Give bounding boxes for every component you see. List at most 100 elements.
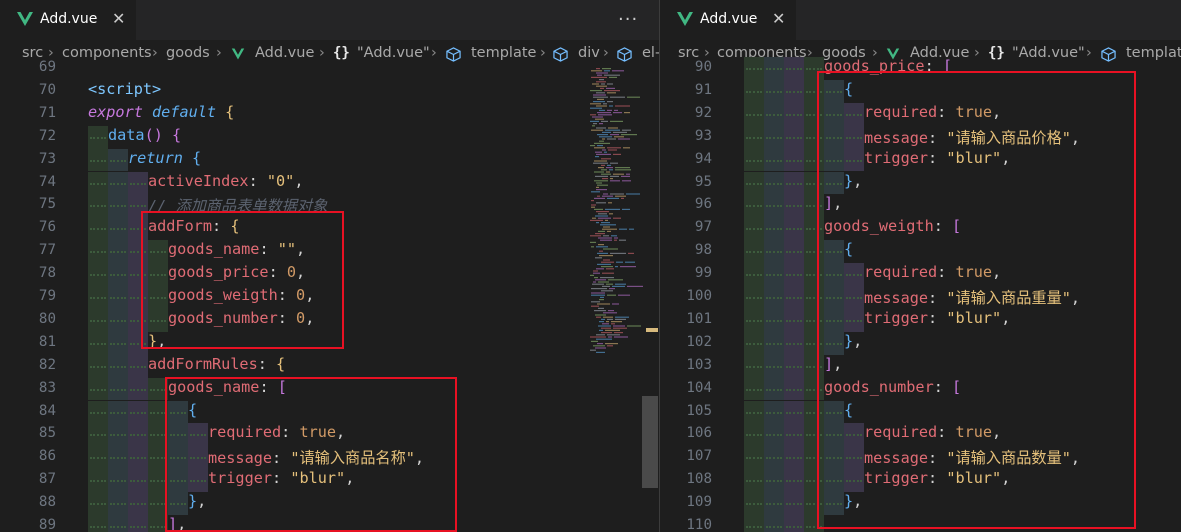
breadcrumb-item[interactable]: template [1126,45,1181,61]
breadcrumb-item[interactable]: Add.vue [255,45,314,61]
breadcrumb-item[interactable]: el- [642,45,659,61]
whitespace-dots [786,182,802,187]
minimap-line [607,101,613,103]
highlight-box-goods-name-rule [165,377,457,532]
minimap-line [604,90,620,92]
line-number: 94 [694,150,712,167]
minimap-line [604,70,610,72]
minimap-line [608,202,612,204]
minimap-marker [646,328,658,332]
breadcrumb-item[interactable]: components [62,45,152,61]
minimap-line [602,228,617,230]
breadcrumb-item[interactable]: goods [166,45,210,61]
minimap-line [596,211,609,213]
minimap-line [608,149,617,151]
more-actions-icon[interactable]: ··· [618,9,638,30]
tab-add-vue[interactable]: Add.vue ✕ [660,0,796,41]
minimap-line [613,131,627,133]
minimap-line [590,107,602,109]
minimap-line [614,109,618,111]
line-number: 102 [686,333,712,350]
code-token: "0" [266,171,295,190]
minimap-line [599,321,604,323]
whitespace-dots [746,457,762,461]
minimap-line [590,241,596,243]
line-number: 82 [38,356,56,373]
code-token: default [152,102,226,121]
whitespace-dots [786,365,802,370]
minimap-line [605,129,620,131]
whitespace-dots [746,480,762,484]
minimap-line [622,129,631,131]
minimap-line [602,131,611,133]
minimap-line [609,169,613,171]
line-number: 108 [686,471,712,488]
minimap-line [601,318,605,320]
minimap-line [614,136,624,138]
whitespace-dots [786,90,802,95]
minimap-line [599,109,605,111]
minimap-line [600,87,604,89]
minimap-line [594,277,598,279]
whitespace-dots [766,480,782,484]
close-icon[interactable]: ✕ [112,9,125,28]
minimap-line [608,279,623,281]
whitespace-dots [90,319,106,324]
line-number: 81 [38,333,56,350]
minimap-line [607,109,612,111]
breadcrumb-item[interactable]: div [578,45,600,61]
minimap-line [618,294,630,296]
minimap-line [603,226,610,228]
scrollbar-thumb[interactable] [642,396,658,488]
code-line: addFormRules: { [148,355,285,373]
whitespace-dots [150,411,166,416]
code-token: { [225,102,235,121]
minimap-line [594,160,607,162]
tab-add-vue[interactable]: Add.vue ✕ [0,0,136,41]
line-number: 109 [686,494,712,511]
minimap[interactable] [588,68,644,368]
code-line: <script> [88,80,161,98]
minimap-line [591,200,594,202]
close-icon[interactable]: ✕ [772,9,785,28]
breadcrumb-item[interactable]: template [471,45,536,61]
minimap-line [613,327,627,329]
tab-bar: Add.vue ✕ [660,0,1181,41]
line-number: 83 [38,379,56,396]
vue-file-icon [677,12,693,26]
minimap-line [612,70,624,72]
line-number: 74 [38,173,56,190]
minimap-line [599,140,604,142]
minimap-line [602,149,606,151]
minimap-line [607,294,616,296]
whitespace-dots [130,205,146,209]
minimap-line [601,169,607,171]
minimap-line [591,206,595,208]
minimap-line [595,279,606,281]
whitespace-dots [90,457,106,461]
whitespace-dots [786,434,802,438]
whitespace-dots [90,228,106,232]
line-number: 88 [38,494,56,511]
minimap-line [610,120,623,122]
whitespace-dots [766,136,782,141]
line-number: 80 [38,310,56,327]
minimap-line [592,217,596,219]
minimap-line [595,175,608,177]
chevron-right-icon: › [431,45,437,61]
chevron-right-icon: › [540,45,546,61]
whitespace-dots [110,434,126,438]
breadcrumb-item[interactable]: "Add.vue" [357,45,430,61]
whitespace-dots [130,503,146,507]
whitespace-dots [110,182,126,187]
whitespace-dots [90,297,106,301]
editor-pane-left: Add.vue ✕ ··· src › components › goods ›… [0,0,659,532]
whitespace-dots [786,274,802,278]
minimap-line [601,290,613,292]
whitespace-dots [786,251,802,255]
breadcrumb-item[interactable]: "Add.vue" [1012,45,1085,61]
whitespace-dots [766,411,782,416]
minimap-line [601,173,611,175]
whitespace-dots [766,457,782,461]
code-token: , [294,171,304,190]
